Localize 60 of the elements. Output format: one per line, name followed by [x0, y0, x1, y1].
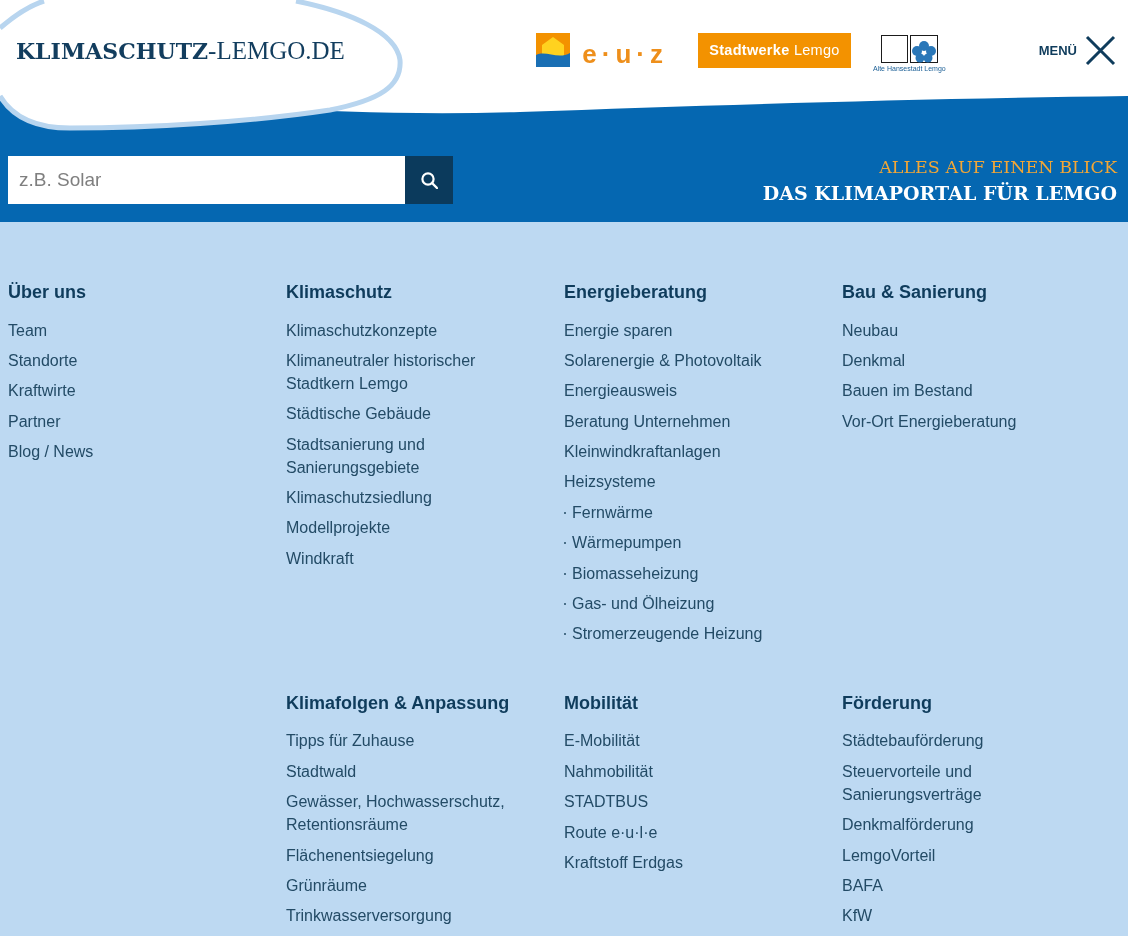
menu-link[interactable]: Route e·u·l·e: [564, 820, 658, 844]
site-logo[interactable]: KLIMASCHUTZ-LEMGO.DE: [16, 36, 345, 66]
menu-link[interactable]: Städtebauförderung: [842, 729, 984, 753]
menu-link[interactable]: Klimaneutraler historischer Stadtkern Lemgo: [286, 348, 548, 395]
menu-link[interactable]: Vor-Ort Energieberatung: [842, 409, 1017, 433]
menu-link[interactable]: Klimaschutzsiedlung: [286, 486, 432, 510]
menu-link[interactable]: Stadtsanierung und Sanierungsgebiete: [286, 432, 548, 479]
search-field[interactable]: z.B. Solar: [8, 156, 405, 204]
menu-link[interactable]: Gewässer, Hochwasserschutz, Retentionsräume: [286, 790, 548, 837]
menu-link[interactable]: Kraftstoff Erdgas: [564, 850, 683, 874]
menu-link[interactable]: Stadtwald: [286, 759, 357, 783]
menu-link[interactable]: Partner: [8, 409, 61, 433]
menu-link[interactable]: Modellprojekte: [286, 516, 391, 540]
menu-link[interactable]: E-Mobilität: [564, 729, 640, 753]
menu-link[interactable]: Trinkwasserversorgung: [286, 904, 452, 928]
menu-link[interactable]: Standorte: [8, 348, 78, 372]
menu-link[interactable]: Kraftwirte: [8, 379, 76, 403]
menu-link[interactable]: Team: [8, 318, 48, 342]
menu-link[interactable]: Solarenergie & Photovoltaik: [564, 348, 762, 372]
menu-link[interactable]: KfW: [842, 904, 873, 928]
menu-link[interactable]: LemgoVorteil: [842, 843, 936, 867]
menu-button[interactable]: MENÜ: [1038, 34, 1116, 66]
menu-heading[interactable]: Energieberatung: [564, 280, 708, 304]
submenu-link[interactable]: Fernwärme: [572, 500, 653, 524]
menu-link[interactable]: Bauen im Bestand: [842, 379, 973, 403]
tagline-kicker: ALLES AUF EINEN BLICK: [879, 155, 1117, 178]
menu-heading[interactable]: Förderung: [842, 690, 932, 715]
menu-link[interactable]: Neubau: [842, 318, 899, 342]
menu-link[interactable]: Windkraft: [286, 546, 354, 570]
submenu-link[interactable]: Gas- und Ölheizung: [572, 592, 715, 615]
menu-heading[interactable]: Bau & Sanierung: [842, 280, 988, 304]
menu-link[interactable]: Grünräume: [286, 873, 367, 897]
menu-link[interactable]: Beratung Unternehmen: [564, 409, 731, 433]
menu-link[interactable]: Heizsysteme: [564, 470, 656, 494]
menu-link[interactable]: Nahmobilität: [564, 759, 653, 783]
menu-link[interactable]: Blog / News: [8, 440, 94, 464]
menu-link[interactable]: Flächenentsiegelung: [286, 843, 434, 867]
tagline-title: DAS KLIMAPORTAL FÜR LEMGO: [762, 180, 1117, 205]
menu-heading[interactable]: Klimafolgen & Anpassung: [286, 690, 510, 715]
search-icon: [420, 171, 438, 189]
house-icon[interactable]: [536, 33, 571, 67]
menu-link[interactable]: Kleinwindkraftanlagen: [564, 440, 721, 464]
menu-link[interactable]: STADTBUS: [564, 790, 649, 814]
menu-link[interactable]: Tipps für Zuhause: [286, 729, 415, 753]
menu-link[interactable]: Städtische Gebäude: [286, 402, 431, 426]
menu-link[interactable]: BAFA: [842, 873, 883, 897]
menu-heading[interactable]: Mobilität: [564, 690, 638, 715]
menu-link[interactable]: Denkmal: [842, 348, 906, 372]
submenu-link[interactable]: Biomasseheizung: [572, 561, 699, 585]
menu-link[interactable]: Denkmalförderung: [842, 813, 974, 837]
menu-link[interactable]: Energie sparen: [564, 318, 673, 342]
menu-link[interactable]: Klimaschutzkonzepte: [286, 318, 438, 342]
submenu-link[interactable]: Stromerzeugende Heizung: [572, 622, 763, 646]
menu-link[interactable]: Steuervorteile und Sanierungsverträge: [842, 759, 1104, 806]
menu-heading[interactable]: Klimaschutz: [286, 280, 393, 304]
menu-link[interactable]: Energieausweis: [564, 379, 677, 403]
search-button[interactable]: [405, 156, 453, 204]
flower-squares-icon[interactable]: [880, 35, 938, 63]
submenu-link[interactable]: Wärmepumpen: [572, 531, 682, 555]
menu-heading[interactable]: Über uns: [8, 280, 86, 304]
